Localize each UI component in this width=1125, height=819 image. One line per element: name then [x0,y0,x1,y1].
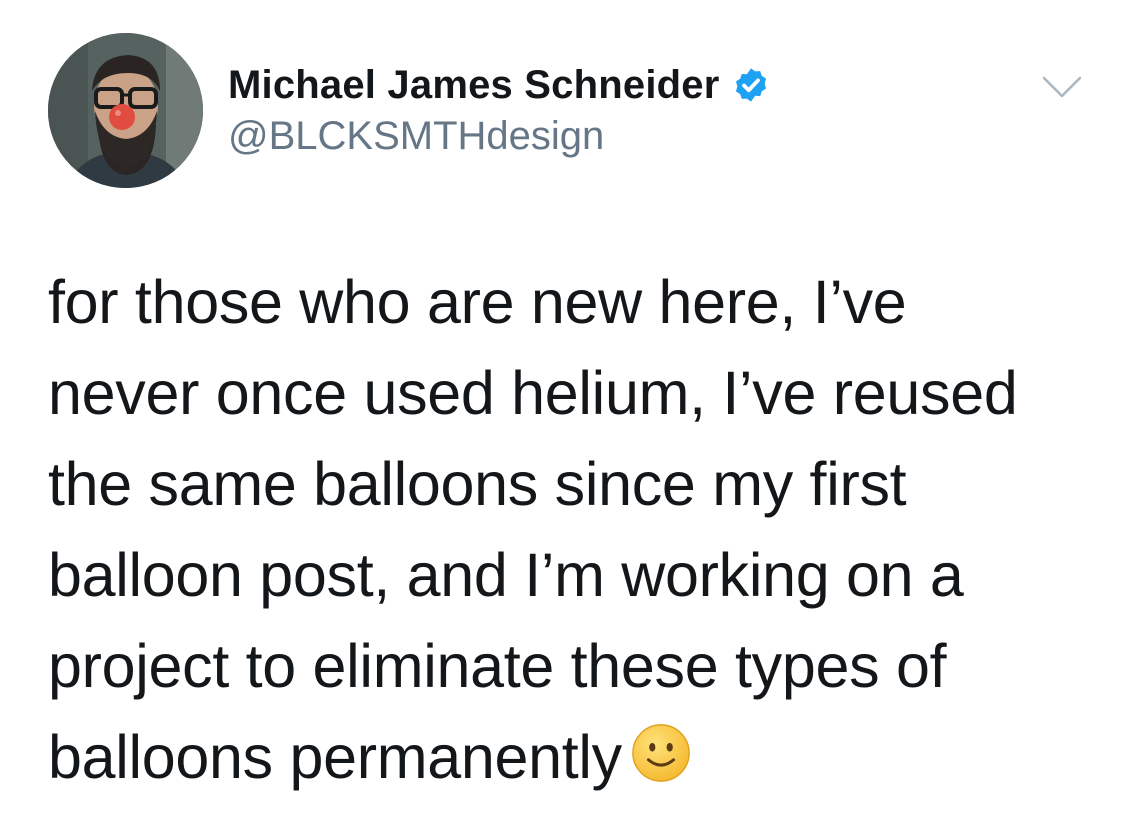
tweet-text: for those who are new here, I’ve never o… [48,257,1088,803]
chevron-down-icon[interactable] [1040,72,1084,102]
tweet-text-line: balloons permanently [48,723,622,791]
verified-badge-icon [735,68,766,102]
avatar-photo [48,33,203,188]
tweet-text-line: for those who are new here, I’ve [48,268,907,336]
avatar[interactable] [48,33,203,188]
slightly-smiling-face-icon [632,724,690,782]
tweet-card: Michael James Schneider @BLCKSMTHdesign … [0,0,1125,819]
name-row: Michael James Schneider [228,62,770,108]
tweet-text-last-line: balloons permanently [48,712,1088,803]
user-handle[interactable]: @BLCKSMTHdesign [228,114,770,159]
display-name[interactable]: Michael James Schneider [228,63,720,108]
tweet-text-line: balloon post, and I’m working on a [48,541,964,609]
author-block: Michael James Schneider @BLCKSMTHdesign [228,62,770,159]
tweet-text-line: never once used helium, I’ve reused [48,359,1018,427]
tweet-text-line: the same balloons since my first [48,450,907,518]
tweet-text-line: project to eliminate these types of [48,632,947,700]
